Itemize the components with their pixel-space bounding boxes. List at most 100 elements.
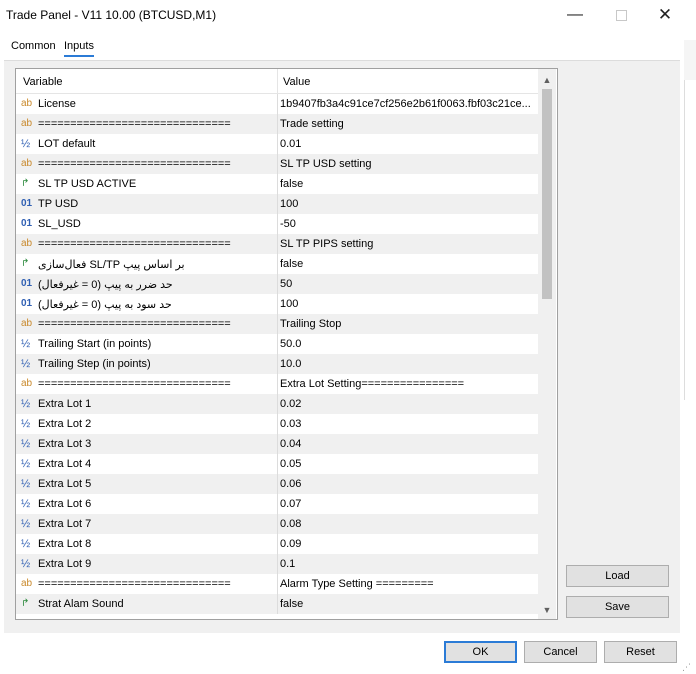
double-type-icon: ½ [21,498,31,510]
variable-cell: License [38,98,76,110]
value-cell[interactable]: 50.0 [280,338,535,350]
variable-cell: Extra Lot 4 [38,458,92,470]
table-row[interactable]: ½ Extra Lot 1 0.02 [16,394,538,414]
vertical-scrollbar[interactable]: ▲ ▼ [538,69,556,619]
background-chart-edge [684,80,696,400]
tab-common[interactable]: Common [11,40,56,52]
value-cell[interactable]: 100 [280,298,535,310]
variable-cell: Extra Lot 1 [38,398,92,410]
value-cell[interactable]: 0.03 [280,418,535,430]
double-type-icon: ½ [21,398,31,410]
maximize-button[interactable] [598,0,644,30]
double-type-icon: ½ [21,538,31,550]
table-row[interactable]: ab ============================== Extra Lo… [16,374,538,394]
double-type-icon: ½ [21,558,31,570]
column-divider[interactable] [277,69,278,93]
string-type-icon: ab [21,98,33,109]
double-type-icon: ½ [21,438,31,450]
table-row[interactable]: 01 TP USD 100 [16,194,538,214]
value-cell[interactable]: 0.1 [280,558,535,570]
variable-cell: SL_USD [38,218,81,230]
value-cell[interactable]: 50 [280,278,535,290]
string-type-icon: ab [21,378,33,389]
column-header-variable[interactable]: Variable [23,76,63,88]
value-cell[interactable]: 0.02 [280,398,535,410]
table-row[interactable]: ab ============================== Trailing… [16,314,538,334]
value-cell[interactable]: 0.01 [280,138,535,150]
inputs-grid: Variable Value ab License 1b9407fb3a4c91ce… [15,68,558,620]
table-row[interactable]: ab ============================== Alarm Ty… [16,574,538,594]
double-type-icon: ½ [21,358,31,370]
table-row[interactable]: ½ LOT default 0.01 [16,134,538,154]
variable-cell: Trailing Step (in points) [38,358,151,370]
variable-cell: TP USD [38,198,79,210]
double-type-icon: ½ [21,478,31,490]
save-button[interactable]: Save [566,596,669,618]
background-chart-edge [684,40,696,80]
value-cell[interactable]: false [280,598,535,610]
table-row[interactable]: ab ============================== SL TP PI… [16,234,538,254]
variable-cell: حد سود به پیپ (0 = غیرفعال) [38,299,172,311]
value-cell[interactable]: 0.08 [280,518,535,530]
close-icon: ✕ [657,5,673,24]
table-row[interactable]: ½ Trailing Step (in points) 10.0 [16,354,538,374]
value-cell[interactable]: 10.0 [280,358,535,370]
table-row[interactable]: ½ Extra Lot 8 0.09 [16,534,538,554]
variable-cell: Extra Lot 5 [38,478,92,490]
value-cell[interactable]: Alarm Type Setting ========= [280,578,535,590]
scroll-down-icon[interactable]: ▼ [538,601,556,618]
column-header-value[interactable]: Value [283,76,310,88]
value-cell[interactable]: 0.09 [280,538,535,550]
value-cell[interactable]: 0.05 [280,458,535,470]
table-row[interactable]: ↱ Strat Alam Sound false [16,594,538,614]
table-row[interactable]: 01 حد سود به پیپ (0 = غیرفعال) 100 [16,294,538,314]
table-row[interactable]: ½ Extra Lot 5 0.06 [16,474,538,494]
value-cell[interactable]: SL TP PIPS setting [280,238,535,250]
double-type-icon: ½ [21,138,31,150]
value-cell[interactable]: false [280,178,535,190]
table-row[interactable]: 01 SL_USD -50 [16,214,538,234]
scroll-up-icon[interactable]: ▲ [538,71,556,88]
variable-cell: Extra Lot 8 [38,538,92,550]
value-cell[interactable]: Trailing Stop [280,318,535,330]
value-cell[interactable]: 1b9407fb3a4c91ce7cf256e2b61f0063.fbf03c2… [280,98,535,110]
grid-header: Variable Value [16,69,538,94]
table-row[interactable]: ½ Extra Lot 7 0.08 [16,514,538,534]
double-type-icon: ½ [21,458,31,470]
double-type-icon: ½ [21,338,31,350]
table-row[interactable]: ab ============================== SL TP US… [16,154,538,174]
value-cell[interactable]: 0.07 [280,498,535,510]
table-row[interactable]: ½ Trailing Start (in points) 50.0 [16,334,538,354]
table-row[interactable]: ½ Extra Lot 6 0.07 [16,494,538,514]
close-button[interactable]: ✕ [642,0,688,30]
value-cell[interactable]: Extra Lot Setting================ [280,378,535,390]
value-cell[interactable]: 0.06 [280,478,535,490]
table-row[interactable]: ½ Extra Lot 3 0.04 [16,434,538,454]
table-row[interactable]: ½ Extra Lot 2 0.03 [16,414,538,434]
table-row[interactable]: ↱ بر اساس پیپ SL/TP فعال‌سازی false [16,254,538,274]
table-row[interactable]: ↱ SL TP USD ACTIVE false [16,174,538,194]
cancel-button[interactable]: Cancel [524,641,597,663]
minimize-button[interactable]: — [552,0,598,30]
table-row[interactable]: ab ============================== Trade se… [16,114,538,134]
value-cell[interactable]: -50 [280,218,535,230]
value-cell[interactable]: false [280,258,535,270]
load-button[interactable]: Load [566,565,669,587]
tab-inputs[interactable]: Inputs [64,40,94,57]
variable-cell: Strat Alam Sound [38,598,124,610]
variable-cell: بر اساس پیپ SL/TP فعال‌سازی [38,259,185,271]
value-cell[interactable]: SL TP USD setting [280,158,535,170]
reset-button[interactable]: Reset [604,641,677,663]
table-row[interactable]: ½ Extra Lot 9 0.1 [16,554,538,574]
ok-button[interactable]: OK [444,641,517,663]
value-cell[interactable]: Trade setting [280,118,535,130]
maximize-icon [615,9,627,21]
table-row[interactable]: 01 حد ضرر به پیپ (0 = غیرفعال) 50 [16,274,538,294]
table-row[interactable]: ab License 1b9407fb3a4c91ce7cf256e2b61f006… [16,94,538,114]
scroll-thumb[interactable] [542,89,552,299]
table-row[interactable]: ½ Extra Lot 4 0.05 [16,454,538,474]
value-cell[interactable]: 0.04 [280,438,535,450]
variable-cell: LOT default [38,138,96,150]
value-cell[interactable]: 100 [280,198,535,210]
resize-grip-icon[interactable]: ⋰ [682,662,694,674]
